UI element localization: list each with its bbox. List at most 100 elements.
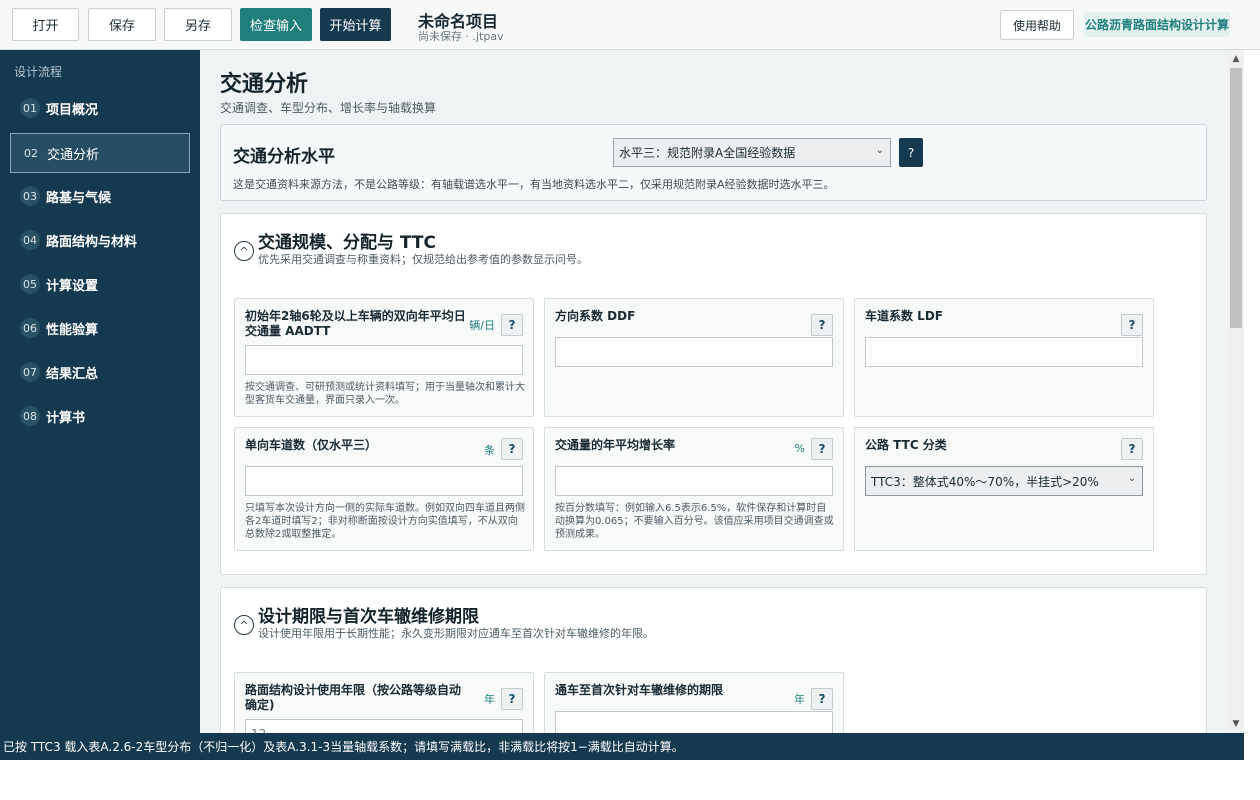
page-subtitle: 交通调查、车型分布、增长率与轴载换算	[220, 101, 437, 115]
chevron-up-icon: ^	[239, 244, 249, 258]
sidebar-item-results-summary[interactable]: 07 结果汇总	[10, 352, 190, 392]
lane-count-input[interactable]	[245, 466, 523, 496]
rut-period-unit: 年	[794, 693, 805, 706]
ttc-select[interactable]: TTC3：整体式40%～70%，半挂式>20% ⌄	[865, 466, 1143, 496]
traffic-level-select[interactable]: 水平三：规范附录A全国经验数据 ⌄	[613, 138, 891, 167]
ldf-card: 车道系数 LDF ?	[854, 298, 1154, 417]
project-save-status: 尚未保存 · .jtpav	[418, 30, 504, 43]
step-number: 08	[20, 406, 40, 426]
scrollbar-thumb[interactable]	[1230, 68, 1242, 328]
section-subtitle: 设计使用年限用于长期性能；永久变形期限对应通车至首次针对车辙维修的年限。	[258, 627, 654, 640]
ldf-input[interactable]	[865, 337, 1143, 367]
ttc-label: 公路 TTC 分类	[865, 438, 947, 452]
sidebar-item-label: 交通分析	[47, 147, 100, 163]
sidebar-item-label: 计算设置	[46, 278, 99, 294]
status-message: 已按 TTC3 载入表A.2.6-2车型分布（不归一化）及表A.3.1-3当量轴…	[3, 740, 684, 754]
start-compute-button[interactable]: 开始计算	[320, 8, 391, 41]
ddf-input[interactable]	[555, 337, 833, 367]
lane-count-help-button[interactable]: ?	[501, 438, 523, 460]
sidebar-item-pavement-materials[interactable]: 04 路面结构与材料	[10, 220, 190, 260]
sidebar-item-label: 项目概况	[46, 102, 99, 118]
collapse-toggle-icon[interactable]: ^	[234, 241, 254, 261]
rut-period-label: 通车至首次针对车辙维修的期限	[555, 683, 724, 697]
section-traffic-scale: ^ 交通规模、分配与 TTC 优先采用交通调查与称重资料；仅规范给出参考值的参数…	[220, 213, 1207, 575]
step-number: 04	[20, 230, 40, 250]
growth-rate-card: 交通量的年平均增长率 % ? 按百分数填写：例如输入6.5表示6.5%，软件保存…	[544, 427, 844, 551]
sidebar-item-subgrade-climate[interactable]: 03 路基与气候	[10, 176, 190, 216]
vertical-scrollbar[interactable]: ▲ ▼	[1228, 50, 1244, 733]
open-button[interactable]: 打开	[12, 8, 79, 41]
sidebar-item-label: 结果汇总	[46, 366, 99, 382]
ddf-label: 方向系数 DDF	[555, 309, 636, 323]
ttc-selected: TTC3：整体式40%～70%，半挂式>20%	[871, 474, 1099, 489]
sidebar-item-label: 计算书	[46, 410, 86, 426]
design-life-card: 路面结构设计使用年限（按公路等级自动确定) 年 ? 12	[234, 672, 534, 733]
sidebar-item-calc-report[interactable]: 08 计算书	[10, 396, 190, 436]
toolbar: 打开 保存 另存 检查输入 开始计算 未命名项目 尚未保存 · .jtpav 使…	[0, 0, 1260, 50]
section-subtitle: 优先采用交通调查与称重资料；仅规范给出参考值的参数显示问号。	[258, 253, 588, 266]
ttc-card: 公路 TTC 分类 ? TTC3：整体式40%～70%，半挂式>20% ⌄	[854, 427, 1154, 551]
help-button[interactable]: 使用帮助	[1000, 10, 1074, 40]
aadtt-input[interactable]	[245, 345, 523, 375]
ldf-label: 车道系数 LDF	[865, 309, 943, 323]
step-number: 07	[20, 362, 40, 382]
step-number: 06	[20, 318, 40, 338]
section-title: 设计期限与首次车辙维修期限	[258, 607, 479, 627]
sidebar-item-calc-settings[interactable]: 05 计算设置	[10, 264, 190, 304]
design-life-input[interactable]: 12	[245, 719, 523, 733]
growth-rate-help-text: 按百分数填写：例如输入6.5表示6.5%，软件保存和计算时自动换算为0.065；…	[555, 503, 834, 540]
check-input-button[interactable]: 检查输入	[240, 8, 312, 41]
sidebar-item-project-overview[interactable]: 01 项目概况	[10, 88, 190, 128]
rut-period-input[interactable]	[555, 711, 833, 733]
aadtt-card: 初始年2轴6轮及以上车辆的双向年平均日交通量 AADTT 辆/日 ? 按交通调查…	[234, 298, 534, 417]
collapse-toggle-icon[interactable]: ^	[234, 615, 254, 635]
main-content: 交通分析 交通调查、车型分布、增长率与轴载换算 交通分析水平 水平三：规范附录A…	[200, 50, 1228, 733]
step-number: 03	[20, 186, 40, 206]
aadtt-help-text: 按交通调查、可研预测或统计资料填写；用于当量轴次和累计大型客货车交通量，界面只录…	[245, 382, 525, 406]
app-name-badge: 公路沥青路面结构设计计算	[1084, 12, 1230, 37]
ldf-help-button[interactable]: ?	[1121, 314, 1143, 336]
sidebar-item-label: 路基与气候	[46, 190, 112, 206]
traffic-level-note: 这是交通资料来源方法，不是公路等级：有轴载谱选水平一，有当地资料选水平二，仅采用…	[233, 178, 835, 191]
status-bar: 已按 TTC3 载入表A.2.6-2车型分布（不归一化）及表A.3.1-3当量轴…	[0, 733, 1244, 760]
step-number: 01	[20, 98, 40, 118]
traffic-level-help-button[interactable]: ?	[899, 138, 923, 167]
sidebar: 设计流程 01 项目概况 02 交通分析 03 路基与气候 04 路面结构与材料…	[0, 50, 200, 733]
lane-count-card: 单向车道数（仅水平三） 条 ? 只填写本次设计方向一侧的实际车道数。例如双向四车…	[234, 427, 534, 551]
app-window: 打开 保存 另存 检查输入 开始计算 未命名项目 尚未保存 · .jtpav 使…	[0, 0, 1260, 800]
sidebar-item-label: 路面结构与材料	[46, 234, 138, 250]
design-life-label: 路面结构设计使用年限（按公路等级自动确定)	[245, 683, 462, 712]
lane-count-label: 单向车道数（仅水平三）	[245, 438, 378, 452]
sidebar-heading: 设计流程	[14, 65, 63, 79]
chevron-up-icon: ^	[239, 618, 249, 632]
ddf-card: 方向系数 DDF ?	[544, 298, 844, 417]
aadtt-unit: 辆/日	[469, 319, 495, 332]
growth-rate-label: 交通量的年平均增长率	[555, 438, 676, 452]
step-number: 05	[20, 274, 40, 294]
sidebar-item-traffic-analysis[interactable]: 02 交通分析	[10, 133, 190, 173]
ddf-help-button[interactable]: ?	[811, 314, 833, 336]
design-life-help-button[interactable]: ?	[501, 688, 523, 710]
growth-rate-unit: %	[794, 442, 805, 455]
growth-rate-help-button[interactable]: ?	[811, 438, 833, 460]
aadtt-label: 初始年2轴6轮及以上车辆的双向年平均日交通量 AADTT	[245, 309, 466, 338]
scroll-down-icon[interactable]: ▼	[1228, 717, 1244, 731]
page-title: 交通分析	[220, 72, 309, 97]
growth-rate-input[interactable]	[555, 466, 833, 496]
chevron-down-icon: ⌄	[1127, 473, 1136, 484]
rut-period-help-button[interactable]: ?	[811, 688, 833, 710]
design-life-unit: 年	[484, 693, 495, 706]
save-as-button[interactable]: 另存	[164, 8, 232, 41]
ttc-help-button[interactable]: ?	[1121, 438, 1143, 460]
scroll-up-icon[interactable]: ▲	[1228, 52, 1244, 66]
lane-count-help-text: 只填写本次设计方向一侧的实际车道数。例如双向四车道且两侧各2车道时填写2；非对称…	[245, 503, 525, 540]
sidebar-item-performance-check[interactable]: 06 性能验算	[10, 308, 190, 348]
section-title: 交通规模、分配与 TTC	[258, 233, 436, 253]
chevron-down-icon: ⌄	[875, 145, 884, 156]
save-button[interactable]: 保存	[88, 8, 156, 41]
traffic-level-panel: 交通分析水平 水平三：规范附录A全国经验数据 ⌄ ? 这是交通资料来源方法，不是…	[220, 124, 1207, 201]
lane-count-unit: 条	[484, 444, 495, 457]
aadtt-help-button[interactable]: ?	[501, 314, 523, 336]
sidebar-item-label: 性能验算	[46, 322, 99, 338]
traffic-level-selected: 水平三：规范附录A全国经验数据	[619, 146, 796, 160]
